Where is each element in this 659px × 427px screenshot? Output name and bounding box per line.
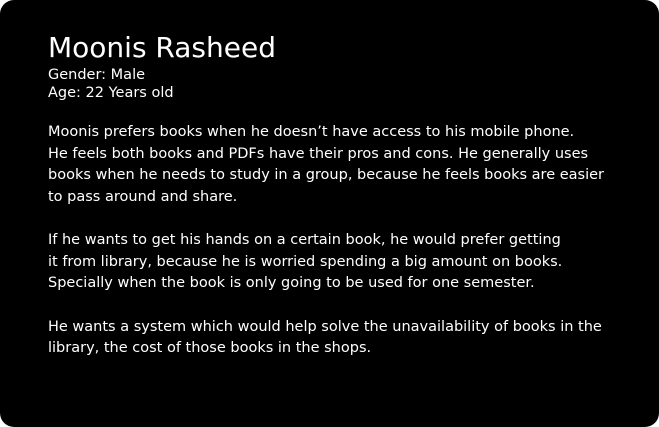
bio-paragraph: Moonis prefers books when he doesn’t hav… (48, 124, 604, 205)
persona-name: Moonis Rasheed (48, 31, 276, 64)
bio-paragraph: If he wants to get his hands on a certai… (48, 232, 563, 291)
persona-gender: Gender: Male (48, 67, 146, 83)
bio-paragraph: He wants a system which would help solve… (48, 318, 602, 357)
persona-bio: Moonis prefers books when he doesn’t hav… (48, 122, 629, 360)
persona-age: Age: 22 Years old (48, 85, 174, 101)
persona-card: Moonis Rasheed Gender: Male Age: 22 Year… (0, 0, 659, 427)
